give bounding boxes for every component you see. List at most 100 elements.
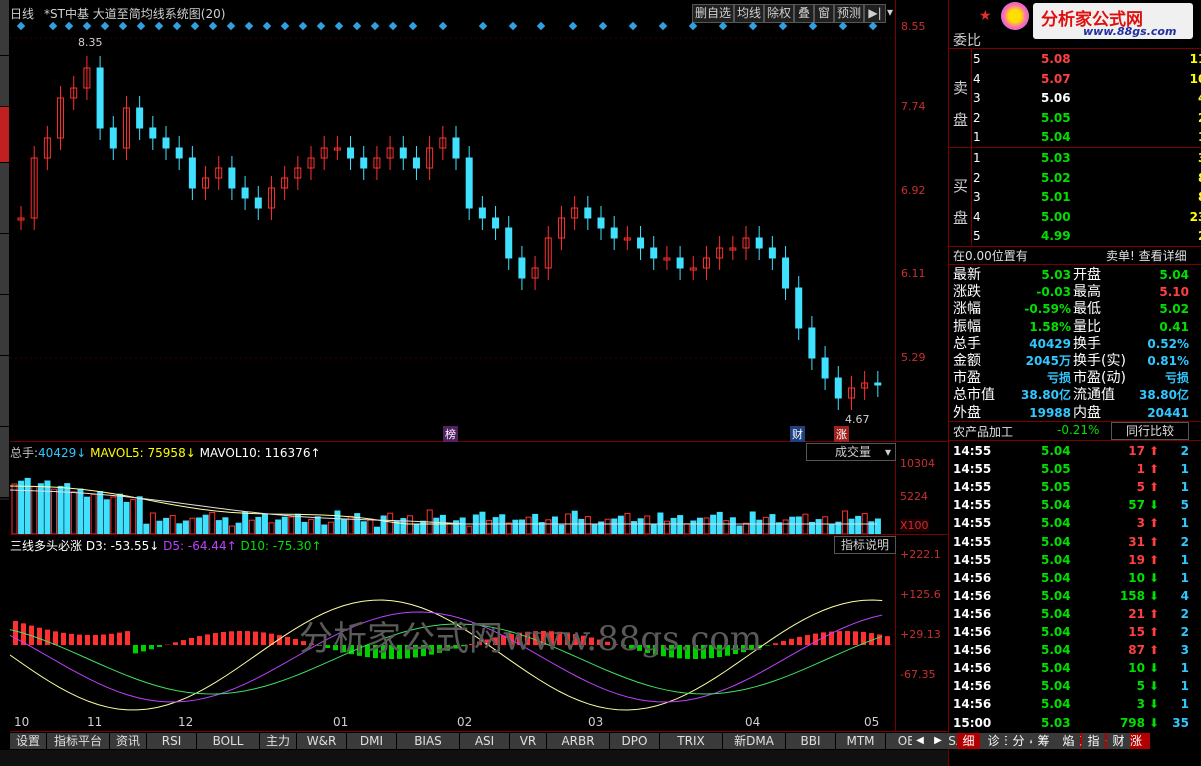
volume-total-label: 总手: xyxy=(10,446,39,460)
vtab-1[interactable] xyxy=(0,0,9,56)
tab-8[interactable]: BIAS xyxy=(397,733,460,749)
order-level[interactable]: 5 4.99 230 xyxy=(973,227,1201,245)
tab-16[interactable]: MTM xyxy=(836,733,886,749)
tab-scroll-left-icon[interactable]: ◀ xyxy=(912,733,928,749)
tab-12[interactable]: DPO xyxy=(610,733,660,749)
stat-label: 总市值 xyxy=(953,387,995,404)
tab-10[interactable]: VR xyxy=(510,733,547,749)
right-tab-4[interactable]: 焰 xyxy=(1057,733,1080,749)
order-level[interactable]: 1 5.03 377 xyxy=(973,149,1201,167)
info-dot-icon xyxy=(658,21,668,31)
tab-4[interactable]: BOLL xyxy=(197,733,260,749)
bang-marker[interactable]: 榜 xyxy=(443,426,458,442)
arrow-up-icon: ⬆ xyxy=(1149,606,1160,621)
x-axis-tick: 12 xyxy=(178,715,194,729)
tab-13[interactable]: TRIX xyxy=(660,733,723,749)
vtab-kline[interactable] xyxy=(0,107,9,163)
tick-row: 14:55 5.04 57 ⬇ 5 xyxy=(949,496,1201,514)
tab-6[interactable]: W&R xyxy=(297,733,347,749)
tab-9[interactable]: ASI xyxy=(460,733,510,749)
candle-body xyxy=(254,197,262,209)
right-tab-0[interactable]: 细 xyxy=(957,733,980,749)
candle-body xyxy=(162,137,170,149)
tick-row: 14:56 5.04 10 ⬇ 1 xyxy=(949,659,1201,677)
indicator-bar xyxy=(285,636,290,645)
volume-bar xyxy=(644,515,651,534)
tab-14[interactable]: 新DMA xyxy=(723,733,786,749)
sector-name[interactable]: 农产品加工 xyxy=(953,423,1013,440)
candle-body xyxy=(650,247,658,259)
info-dot-icon xyxy=(868,21,878,31)
tick-count: 2 xyxy=(1180,444,1189,458)
order-level[interactable]: 4 5.07 1070 xyxy=(973,70,1201,88)
indicator-select[interactable]: 成交量 ▾ xyxy=(806,443,896,461)
watermark: 分析家公式网www.88gs.com xyxy=(299,619,763,659)
info-dot-icon xyxy=(100,21,110,31)
tab-5[interactable]: 主力 xyxy=(260,733,297,749)
tab-3[interactable]: RSI xyxy=(147,733,197,749)
order-level[interactable]: 3 5.01 894 xyxy=(973,188,1201,206)
tick-volume: 5 xyxy=(1136,679,1145,694)
price-tick: 7.74 xyxy=(901,100,926,113)
right-tab-6[interactable]: 财 xyxy=(1107,733,1130,749)
indicator-bar xyxy=(109,633,114,645)
order-level[interactable]: 5 5.08 1137 xyxy=(973,50,1201,68)
volume-bar xyxy=(756,519,763,534)
info-dot-icon xyxy=(172,21,182,31)
right-tab-5[interactable]: 指 xyxy=(1082,733,1105,749)
candle-body xyxy=(597,217,605,229)
stats-row: 涨跌 -0.03 最高 5.10 xyxy=(949,283,1201,301)
tick-volume: 31 xyxy=(1128,534,1145,549)
volume-bar xyxy=(670,517,677,534)
right-tab-3[interactable]: 筹 xyxy=(1032,733,1055,749)
info-dot-icon xyxy=(48,21,58,31)
candle-body xyxy=(821,357,829,379)
level-price: 5.08 xyxy=(1041,52,1071,66)
vtab-6[interactable] xyxy=(0,295,9,356)
order-level[interactable]: 2 5.05 253 xyxy=(973,109,1201,127)
vtab-2[interactable] xyxy=(0,56,9,107)
tab-17[interactable]: OBV xyxy=(886,733,936,749)
volume-bar xyxy=(387,512,394,534)
vtab-5[interactable] xyxy=(0,234,9,295)
tick-volume: 3 xyxy=(1136,697,1145,712)
tab-2[interactable]: 资讯 xyxy=(110,733,147,749)
volume-bar xyxy=(215,520,222,534)
vtab-7[interactable] xyxy=(0,356,9,427)
info-dot-icon xyxy=(208,21,218,31)
info-dot-icon xyxy=(388,21,398,31)
tab-7[interactable]: DMI xyxy=(347,733,397,749)
vtab-4[interactable] xyxy=(0,163,9,234)
tab-15[interactable]: BBI xyxy=(786,733,836,749)
volume-bar xyxy=(149,512,156,534)
candle-body xyxy=(241,187,249,199)
tick-price: 5.04 xyxy=(1041,444,1071,458)
candlestick-chart[interactable] xyxy=(10,20,895,440)
volume-bar xyxy=(301,521,308,534)
order-level[interactable]: 4 5.00 2313 xyxy=(973,208,1201,226)
view-detail-link[interactable]: 卖单! 查看详细 xyxy=(1106,247,1187,264)
volume-bar xyxy=(584,516,591,534)
price-tick: 5.29 xyxy=(901,351,926,364)
vtab-8[interactable] xyxy=(0,427,9,498)
tab-1[interactable]: 指标平台 xyxy=(47,733,110,749)
industry-compare-button[interactable]: 同行比较 xyxy=(1111,422,1189,440)
pane-separator xyxy=(10,534,948,535)
order-level[interactable]: 3 5.06 410 xyxy=(973,89,1201,107)
right-tab-1[interactable]: 诊 xyxy=(982,733,1005,749)
zhang-marker[interactable]: 涨 xyxy=(834,426,849,442)
volume-chart[interactable] xyxy=(10,460,895,534)
tab-11[interactable]: ARBR xyxy=(547,733,610,749)
cai-marker[interactable]: 财 xyxy=(790,426,805,442)
order-level[interactable]: 1 5.04 118 xyxy=(973,128,1201,146)
right-tab-2[interactable]: 分 xyxy=(1007,733,1030,749)
order-level[interactable]: 2 5.02 823 xyxy=(973,169,1201,187)
tick-count: 1 xyxy=(1180,480,1189,495)
tab-scroll-right-icon[interactable]: ▶ xyxy=(930,733,946,749)
tick-price: 5.04 xyxy=(1041,679,1071,694)
star-icon[interactable]: ★ xyxy=(979,8,992,24)
tick-price: 5.04 xyxy=(1041,588,1071,603)
tab-0[interactable]: 设置 xyxy=(10,733,47,749)
tick-count: 5 xyxy=(1180,498,1189,513)
chevron-down-icon[interactable]: ▾ xyxy=(885,4,895,21)
